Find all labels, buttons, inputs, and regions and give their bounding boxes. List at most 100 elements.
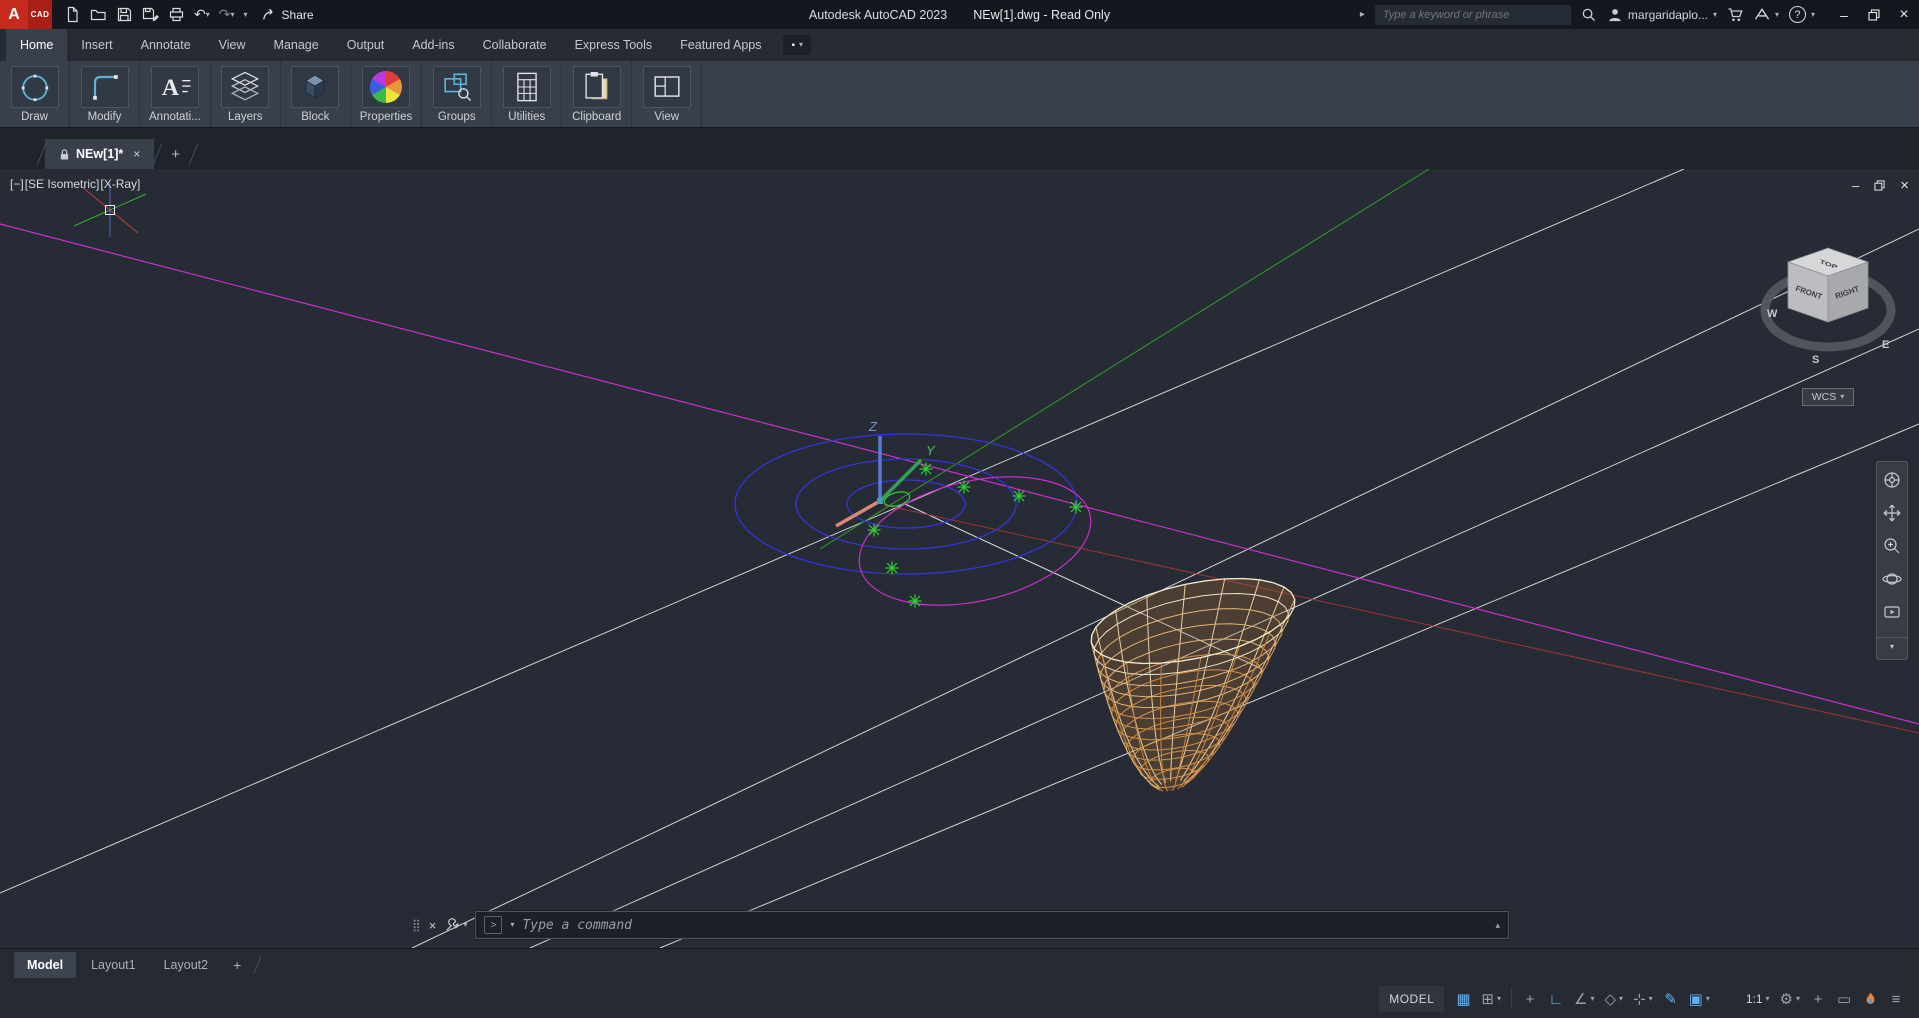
ribbon-overflow-button[interactable]: ▪ ▾ [783,35,811,55]
model-space-indicator[interactable]: MODEL [1379,986,1444,1012]
app-store-cart-icon[interactable] [1727,6,1744,23]
annotation-monitor-toggle[interactable]: + [1805,986,1831,1012]
compass-west-label[interactable]: W [1767,308,1778,320]
qat-customize-button[interactable]: ▾ [244,11,248,19]
drawing-minimize-button[interactable]: – [1852,178,1859,193]
wcs-dropdown[interactable]: WCS ▾ [1802,388,1854,406]
show-motion-icon[interactable] [1882,602,1902,622]
new-tab-button[interactable]: + [161,139,190,169]
command-close-icon[interactable]: × [429,918,437,933]
viewcube[interactable]: W S E TOP FRONT RIGHT [1765,248,1891,366]
drawing-restore-button[interactable] [1874,180,1885,191]
isodraft-caret-icon[interactable]: ▾ [1619,995,1623,1003]
undo-caret-icon[interactable]: ▾ [206,11,210,19]
workspace-switching-button[interactable]: ⚙ ▾ [1775,986,1805,1012]
ribbon-panel-clipboard[interactable]: Clipboard [562,61,632,127]
ribbon-tab-collaborate[interactable]: Collaborate [469,29,561,61]
osnap-caret-icon[interactable]: ▾ [1706,995,1710,1003]
ribbon-tab-annotate[interactable]: Annotate [127,29,205,61]
undo-button[interactable]: ↶ ▾ [194,6,210,23]
polar-caret-icon[interactable]: ▾ [1590,995,1594,1003]
ribbon-panel-layers[interactable]: Layers [211,61,281,127]
compass-south-label[interactable]: S [1812,354,1819,366]
account-button[interactable]: margaridaplo... ▾ [1607,7,1717,23]
search-collapse-icon[interactable]: ▸ [1360,10,1365,20]
layout-tab-layout2[interactable]: Layout2 [151,952,221,978]
annotation-scale-caret-icon[interactable]: ▾ [1766,995,1770,1003]
clean-screen-button[interactable]: ≡ [1883,986,1909,1012]
annotation-scale-button[interactable]: 1:1 ▾ [1741,986,1775,1012]
autodesk-apps-button[interactable]: ▾ [1754,7,1779,23]
help-button[interactable]: ? ▾ [1789,6,1815,23]
snap-toggle[interactable]: ⊞ ▾ [1476,986,1506,1012]
close-button[interactable]: × [1889,0,1919,29]
save-as-button[interactable] [142,6,159,23]
file-tab-active[interactable]: NEw[1]* × [45,139,154,169]
ribbon-panel-modify[interactable]: Modify [70,61,140,127]
snap-caret-icon[interactable]: ▾ [1497,995,1501,1003]
ribbon-panel-block[interactable]: Block [281,61,351,127]
search-input[interactable] [1375,5,1571,25]
layout-tab-model[interactable]: Model [14,952,76,978]
zoom-icon[interactable] [1882,536,1902,556]
ribbon-tab-express-tools[interactable]: Express Tools [561,29,667,61]
new-layout-button[interactable]: + [223,951,251,979]
redo-caret-icon[interactable]: ▾ [230,11,234,19]
polar-tracking-toggle[interactable]: ∠ ▾ [1569,986,1599,1012]
ribbon-tab-insert[interactable]: Insert [67,29,126,61]
search-icon[interactable] [1581,7,1597,23]
titlebar: A CAD [0,0,1919,29]
isometric-drafting-toggle[interactable]: ◇ ▾ [1599,986,1628,1012]
navigation-wheel-icon[interactable] [1882,470,1902,490]
application-menu-button[interactable]: A CAD [0,0,52,29]
object-snap-tracking-toggle[interactable]: ⊹ ▾ [1628,986,1658,1012]
ribbon-panel-draw[interactable]: Draw [0,61,70,127]
ortho-toggle[interactable]: ∟ [1543,986,1569,1012]
ribbon-panel-view[interactable]: View [632,61,702,127]
redo-button[interactable]: ↷ ▾ [219,6,235,23]
tab-close-icon[interactable]: × [133,147,140,161]
ribbon-tab-output[interactable]: Output [333,29,399,61]
drawing-canvas[interactable]: Z Y W S E TOP FRONT RIGHT [0,169,1919,948]
object-snap-toggle[interactable]: ▣ ▾ [1684,986,1715,1012]
viewport-menu-control[interactable]: [−] [10,177,24,191]
ribbon-tab-home[interactable]: Home [6,29,67,61]
restore-button[interactable] [1859,0,1889,29]
viewport-view-control[interactable]: [SE Isometric] [25,177,100,191]
osnap-marker-toggle[interactable]: ✎ [1658,986,1684,1012]
ribbon-panel-utilities[interactable]: Utilities [492,61,562,127]
pan-icon[interactable] [1882,503,1902,523]
workspace-caret-icon[interactable]: ▾ [1796,995,1800,1003]
plot-button[interactable] [168,6,185,23]
compass-east-label[interactable]: E [1882,339,1889,351]
file-tab-start[interactable] [10,139,38,169]
help-caret-icon: ▾ [1811,11,1815,19]
minimize-button[interactable]: – [1829,0,1859,29]
otrack-caret-icon[interactable]: ▾ [1649,995,1653,1003]
new-file-button[interactable] [64,6,81,23]
command-grip-icon[interactable]: ⣿ [412,918,421,932]
open-file-button[interactable] [90,6,107,23]
drawing-area[interactable]: Z Y W S E TOP FRONT RIGHT [−] [SE Isomet… [0,169,1919,948]
quick-properties-toggle[interactable]: ▭ [1831,986,1857,1012]
ribbon-tab-view[interactable]: View [205,29,260,61]
navbar-expand-icon[interactable]: ▾ [1877,637,1907,651]
command-customize-button[interactable]: ▾ [444,917,467,933]
layout-tab-layout1[interactable]: Layout1 [78,952,148,978]
ribbon-panel-properties[interactable]: Properties [351,61,422,127]
command-history-icon[interactable]: ▴ [1495,920,1500,931]
grid-toggle[interactable]: ▦ [1450,986,1476,1012]
ribbon-tab-featured-apps[interactable]: Featured Apps [666,29,775,61]
ribbon-panel-groups[interactable]: Groups [422,61,492,127]
graphics-performance-button[interactable] [1857,986,1883,1012]
save-button[interactable] [116,6,133,23]
command-input[interactable]: > ▾ Type a command ▴ [475,911,1509,939]
ribbon-panel-annotation[interactable]: A Annotati... [140,61,211,127]
drawing-close-button[interactable]: × [1900,177,1909,194]
ribbon-tab-addins[interactable]: Add-ins [398,29,468,61]
orbit-icon[interactable] [1882,569,1902,589]
ribbon-tab-manage[interactable]: Manage [260,29,333,61]
infer-constraints-toggle[interactable]: + [1517,986,1543,1012]
share-button[interactable]: Share [262,7,314,22]
viewport-visual-style-control[interactable]: [X-Ray] [100,177,140,191]
